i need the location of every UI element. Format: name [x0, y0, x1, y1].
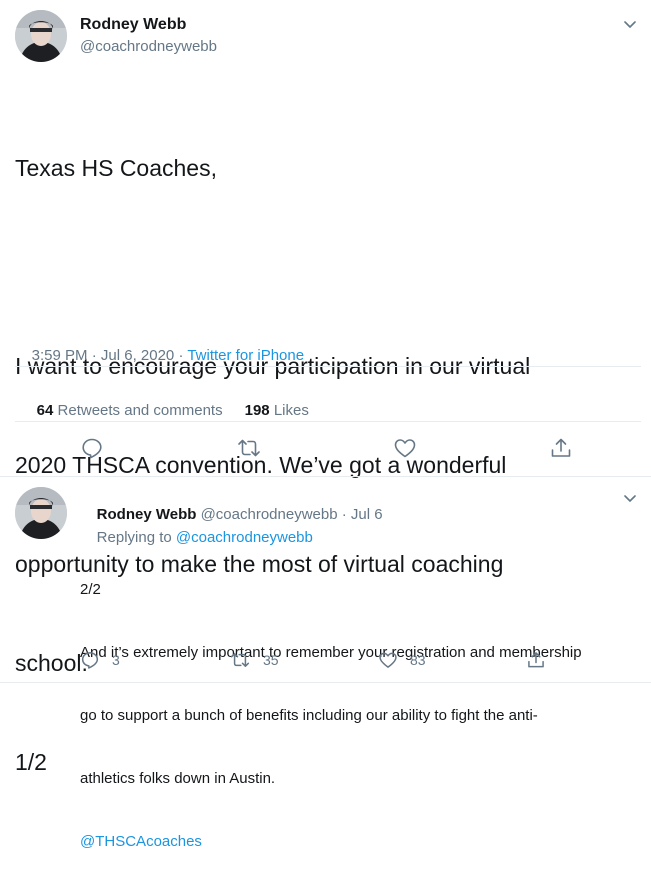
heart-icon: [379, 652, 397, 668]
retweets-count: 64: [36, 402, 54, 419]
reply-icon: [82, 438, 102, 459]
reply-text-line: And it’s extremely important to remember…: [80, 644, 582, 661]
author-name[interactable]: Rodney Webb: [80, 16, 186, 34]
likes-count: 198: [244, 402, 270, 419]
retweet-icon: [238, 439, 260, 457]
retweets-stat[interactable]: 64 Retweets and comments: [37, 402, 223, 419]
share-button[interactable]: [526, 650, 546, 670]
tweet-text-line: Texas HS Coaches,: [15, 155, 217, 181]
reply-button[interactable]: [80, 436, 104, 460]
tweet-meta: 3:59 PM · Jul 6, 2020 · Twitter for iPho…: [15, 330, 304, 381]
avatar[interactable]: [15, 10, 67, 62]
chevron-down-icon[interactable]: [620, 488, 640, 508]
chevron-down-icon[interactable]: [620, 14, 640, 34]
divider: [15, 366, 641, 367]
meta-separator: ·: [174, 347, 188, 364]
like-button[interactable]: [393, 436, 417, 460]
meta-separator: ·: [337, 506, 351, 523]
retweets-label: Retweets and comments: [57, 402, 223, 419]
share-icon: [551, 438, 571, 457]
avatar-image: [15, 10, 67, 62]
retweet-button[interactable]: 35: [229, 650, 279, 670]
tweet-stats: 64 Retweets and comments 198 Likes: [20, 385, 309, 436]
share-button[interactable]: [549, 436, 573, 460]
likes-label: Likes: [273, 402, 309, 419]
likes-stat[interactable]: 198 Likes: [245, 402, 309, 419]
tweet-time[interactable]: 3:59 PM: [32, 347, 88, 364]
tweet-date[interactable]: Jul 6, 2020: [101, 347, 174, 364]
reply-text-line: 2/2: [80, 581, 101, 598]
reply-date[interactable]: Jul 6: [351, 506, 383, 523]
meta-separator: ·: [87, 347, 101, 364]
divider: [0, 476, 651, 477]
tweet-source[interactable]: Twitter for iPhone: [187, 347, 304, 364]
reply-text-line: athletics folks down in Austin.: [80, 770, 276, 787]
author-handle[interactable]: @coachrodneywebb: [80, 38, 217, 55]
mention-link[interactable]: @THSCAcoaches: [80, 831, 582, 852]
share-icon: [528, 652, 544, 668]
retweet-button[interactable]: [236, 436, 262, 460]
reply-icon: [81, 652, 99, 669]
reply-text: 2/2 And it’s extremely important to reme…: [80, 537, 582, 894]
like-button[interactable]: 83: [378, 650, 426, 670]
divider: [15, 421, 641, 422]
avatar-image: [15, 487, 67, 539]
retweet-icon: [230, 653, 250, 667]
reply-text-line: go to support a bunch of benefits includ…: [80, 707, 538, 724]
avatar[interactable]: [15, 487, 67, 539]
reply-button[interactable]: 3: [80, 650, 120, 670]
divider: [0, 682, 651, 683]
heart-icon: [394, 439, 416, 458]
reply-count: 3: [112, 652, 120, 668]
retweet-count: 35: [263, 652, 279, 668]
tweet-text-line: [15, 251, 530, 284]
like-count: 83: [410, 652, 426, 668]
